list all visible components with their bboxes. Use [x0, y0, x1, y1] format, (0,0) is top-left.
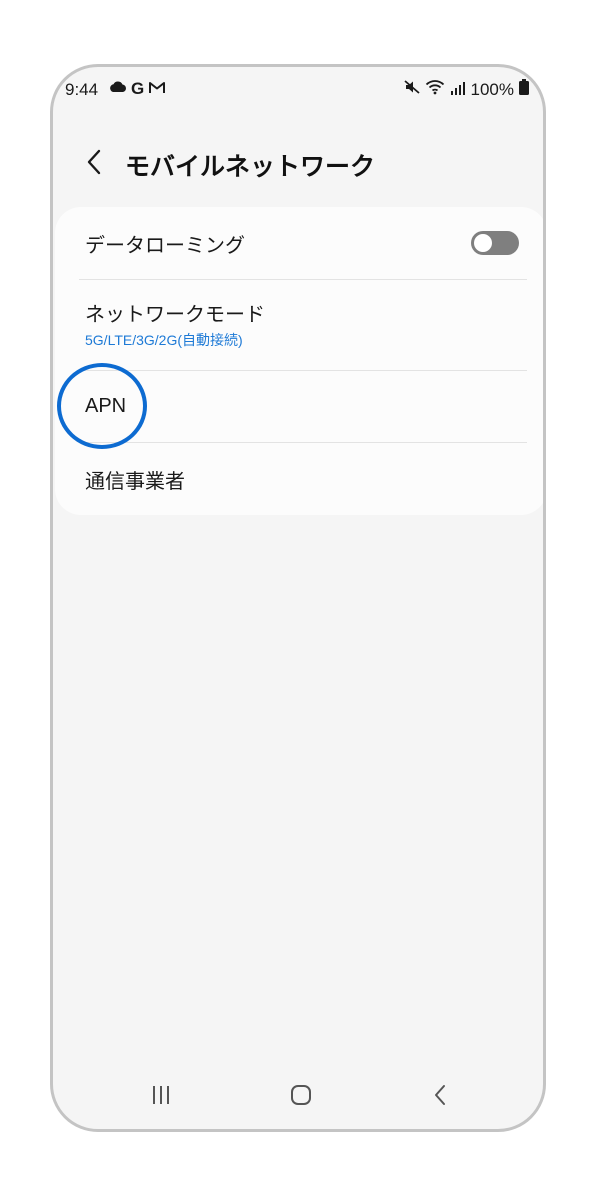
- battery-icon: [519, 79, 529, 100]
- cloud-icon: [109, 79, 127, 98]
- apn-row[interactable]: APN: [79, 371, 527, 443]
- data-roaming-row[interactable]: データローミング: [79, 207, 527, 279]
- network-mode-label: ネットワークモード: [85, 302, 265, 326]
- apn-label: APN: [85, 395, 127, 417]
- recent-apps-button[interactable]: [139, 1077, 183, 1117]
- chevron-left-icon: [85, 148, 103, 180]
- status-right-icons: 100%: [403, 79, 529, 100]
- back-icon: [429, 1083, 453, 1111]
- carrier-label: 通信事業者: [85, 469, 185, 493]
- status-bar: 9:44 G 100%: [53, 67, 543, 111]
- signal-icon: [450, 80, 466, 100]
- navigation-bar: [53, 1063, 543, 1129]
- google-icon: G: [131, 79, 145, 98]
- phone-screen: 9:44 G 100% モバイルネットワーク データローミング ネットワークモー…: [50, 64, 546, 1132]
- status-left-icons: G: [109, 79, 166, 98]
- back-button[interactable]: [77, 145, 111, 183]
- battery-percent: 100%: [470, 79, 514, 99]
- header: モバイルネットワーク: [53, 141, 543, 187]
- nav-back-button[interactable]: [419, 1077, 463, 1117]
- recent-apps-icon: [149, 1084, 173, 1110]
- network-mode-row[interactable]: ネットワークモード 5G/LTE/3G/2G(自動接続): [79, 280, 527, 370]
- data-roaming-toggle[interactable]: [471, 231, 519, 255]
- settings-card: データローミング ネットワークモード 5G/LTE/3G/2G(自動接続) AP…: [55, 207, 543, 515]
- page-title: モバイルネットワーク: [125, 152, 376, 181]
- mute-icon: [403, 79, 420, 100]
- wifi-icon: [425, 79, 445, 100]
- status-time: 9:44: [65, 80, 99, 99]
- home-button[interactable]: [279, 1077, 323, 1117]
- gmail-icon: [148, 79, 166, 98]
- home-icon: [289, 1084, 313, 1110]
- toggle-knob: [472, 232, 494, 254]
- network-mode-value: 5G/LTE/3G/2G(自動接続): [85, 332, 243, 348]
- data-roaming-label: データローミング: [85, 233, 245, 257]
- carrier-row[interactable]: 通信事業者: [79, 443, 527, 515]
